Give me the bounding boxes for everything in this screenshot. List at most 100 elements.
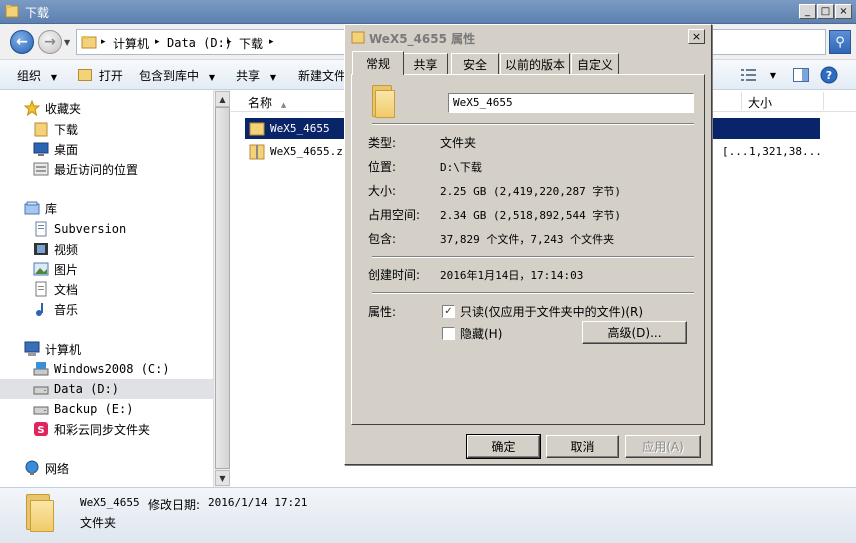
nav-label: 计算机 (45, 342, 82, 357)
zip-file-icon (249, 144, 265, 160)
size-on-disk-label: 占用空间: (368, 208, 421, 222)
nav-recent-places[interactable]: 最近访问的位置 (0, 159, 213, 179)
drive-icon (33, 381, 49, 397)
nav-favorites[interactable]: 收藏夹 (0, 98, 213, 118)
share-menu[interactable]: 共享 ▼ (236, 67, 276, 84)
nav-network[interactable]: 网络 (0, 458, 213, 478)
nav-desktop[interactable]: 桌面 (0, 139, 213, 159)
nav-documents[interactable]: 文档 (0, 279, 213, 299)
picture-icon (33, 261, 49, 277)
back-button[interactable]: ← (10, 30, 34, 54)
chevron-down-icon: ▼ (208, 73, 215, 82)
breadcrumb-separator[interactable]: ▸ (101, 37, 106, 47)
search-icon: ⚲ (835, 34, 845, 50)
scroll-up-arrow[interactable]: ▲ (215, 91, 230, 107)
nav-drive-d[interactable]: Data (D:) (0, 379, 213, 399)
nav-label: 图片 (54, 262, 79, 277)
column-name[interactable]: 名称 ▲ (248, 94, 286, 111)
nav-libraries[interactable]: 库 (0, 198, 213, 218)
breadcrumb-separator[interactable]: ▸ (269, 37, 274, 47)
breadcrumb-separator[interactable]: ▸ (227, 37, 232, 47)
breadcrumb-downloads[interactable]: 下载 (239, 35, 263, 52)
ok-button[interactable]: 确定 (466, 434, 541, 459)
nav-label: 最近访问的位置 (54, 162, 139, 177)
minimize-button[interactable]: _ (799, 4, 816, 19)
folder-icon (5, 4, 19, 18)
nav-drive-c[interactable]: Windows2008 (C:) (0, 359, 213, 379)
apply-button[interactable]: 应用(A) (625, 435, 701, 458)
tab-customize[interactable]: 自定义 (571, 53, 619, 74)
sort-ascending-icon: ▲ (280, 101, 287, 109)
view-options-icon[interactable] (738, 65, 760, 85)
column-divider (823, 92, 824, 110)
chevron-down-icon[interactable]: ▼ (762, 65, 784, 85)
hidden-checkbox[interactable] (442, 327, 455, 340)
nav-pictures[interactable]: 图片 (0, 259, 213, 279)
search-button[interactable]: ⚲ (829, 30, 851, 54)
readonly-label: 只读(仅应用于文件夹中的文件)(R) (460, 305, 644, 319)
nav-subversion[interactable]: Subversion (0, 219, 213, 239)
close-button[interactable]: × (835, 4, 852, 19)
forward-button[interactable]: → (38, 30, 62, 54)
contains-label: 包含: (368, 232, 397, 246)
nav-downloads[interactable]: 下载 (0, 119, 213, 139)
nav-scrollbar[interactable]: ▲ ▼ (213, 90, 230, 487)
document-library-icon (33, 221, 49, 237)
svg-text:S: S (37, 425, 44, 436)
advanced-button[interactable]: 高级(D)... (582, 321, 687, 344)
nav-music[interactable]: 音乐 (0, 299, 213, 319)
nav-label: Subversion (54, 222, 127, 236)
nav-drive-e[interactable]: Backup (E:) (0, 399, 213, 419)
recent-pages-dropdown[interactable]: ▼ (64, 38, 70, 47)
organize-menu[interactable]: 组织 ▼ (17, 67, 57, 84)
column-size[interactable]: 大小 (748, 94, 772, 111)
computer-icon (24, 341, 40, 357)
nav-label: 视频 (54, 242, 79, 257)
include-in-library-menu[interactable]: 包含到库中 ▼ (139, 67, 215, 84)
details-file-type: 文件夹 (80, 516, 117, 530)
explorer-titlebar: 下载 _ □ × (0, 0, 856, 24)
folder-icon (81, 34, 97, 53)
divider (372, 256, 694, 258)
tab-general[interactable]: 常规 (352, 51, 404, 75)
nav-cloud-sync-folder[interactable]: S 和彩云同步文件夹 (0, 419, 213, 439)
help-icon[interactable]: ? (818, 65, 840, 85)
maximize-button[interactable]: □ (817, 4, 834, 19)
location-value: D:\下载 (440, 161, 482, 174)
tab-previous-versions[interactable]: 以前的版本 (500, 53, 570, 74)
recent-places-icon (33, 161, 49, 177)
attributes-label: 属性: (368, 305, 397, 319)
created-label: 创建时间: (368, 268, 421, 282)
open-label: 打开 (98, 69, 123, 83)
nav-videos[interactable]: 视频 (0, 239, 213, 259)
desktop-icon (33, 141, 49, 157)
breadcrumb-data-drive[interactable]: Data (D:) (167, 36, 232, 50)
folder-name-input[interactable]: WeX5_4655 (448, 93, 694, 113)
tab-sharing[interactable]: 共享 (403, 53, 448, 74)
cancel-button[interactable]: 取消 (546, 435, 619, 458)
document-icon (33, 281, 49, 297)
type-label: 类型: (368, 136, 397, 150)
network-icon (24, 460, 40, 476)
dialog-close-button[interactable]: × (688, 29, 705, 44)
folder-icon (370, 85, 400, 119)
size-value: 2.25 GB (2,419,220,287 字节) (440, 185, 621, 198)
general-tab-panel: WeX5_4655 类型: 文件夹 位置: D:\下载 大小: 2.25 GB … (351, 74, 705, 425)
breadcrumb-separator[interactable]: ▸ (155, 37, 160, 47)
scroll-down-arrow[interactable]: ▼ (215, 470, 230, 486)
divider (372, 292, 694, 294)
nav-computer[interactable]: 计算机 (0, 339, 213, 359)
readonly-checkbox[interactable]: ✓ (442, 305, 455, 318)
share-label: 共享 (236, 69, 261, 83)
svg-text:?: ? (826, 69, 832, 82)
breadcrumb-computer[interactable]: 计算机 (113, 35, 149, 52)
organize-label: 组织 (17, 69, 42, 83)
nav-label: Backup (E:) (54, 402, 134, 416)
window-title: 下载 (25, 6, 50, 20)
nav-label: 文档 (54, 282, 79, 297)
open-button[interactable]: 打开 (78, 67, 123, 84)
tab-security[interactable]: 安全 (451, 53, 499, 74)
preview-pane-icon[interactable] (790, 65, 812, 85)
new-folder-button[interactable]: 新建文件 (298, 67, 346, 84)
scroll-thumb[interactable] (215, 107, 230, 469)
